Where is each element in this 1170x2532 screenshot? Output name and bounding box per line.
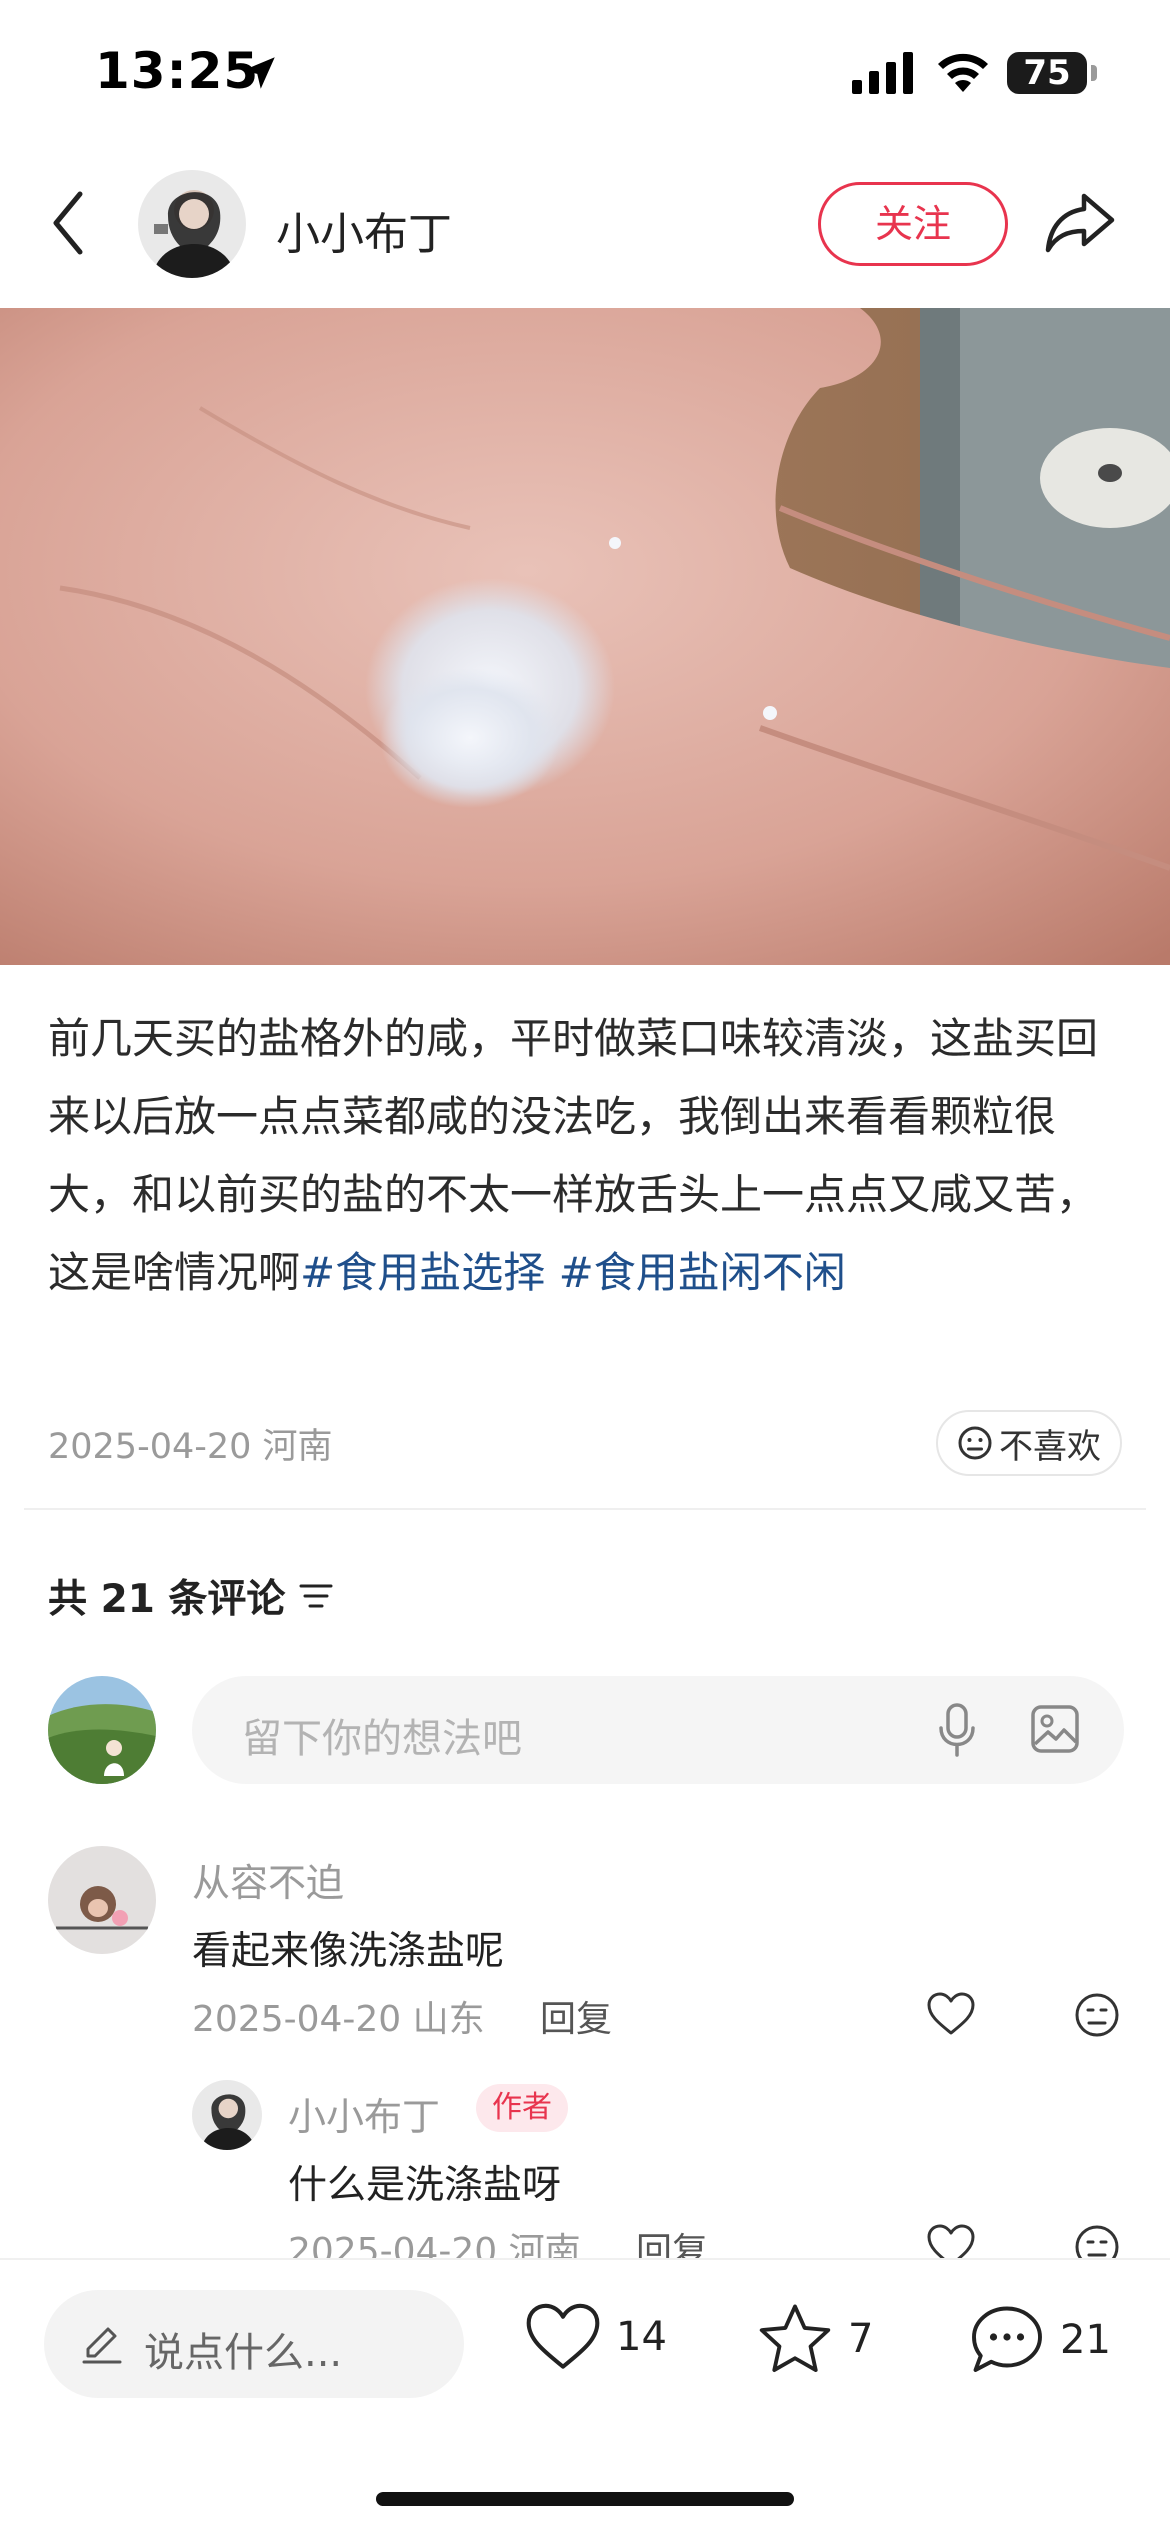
dislike-button[interactable]: 不喜欢 xyxy=(936,1410,1122,1476)
my-avatar xyxy=(48,1676,156,1784)
comment-input-placeholder: 留下你的想法吧 xyxy=(242,1716,522,1762)
comment-username[interactable]: 小小布丁 xyxy=(288,2086,440,2141)
comment-button[interactable]: 21 xyxy=(968,2302,1111,2378)
bottom-action-bar: 说点什么... 14 7 21 xyxy=(0,2258,1170,2532)
status-bar: 13:25 75 xyxy=(0,0,1170,150)
heart-icon xyxy=(526,2303,600,2369)
comment-count[interactable]: 共 21 条评论 xyxy=(48,1568,333,1624)
back-arrow-icon[interactable] xyxy=(48,188,88,258)
comment-bubble-icon xyxy=(972,2306,1042,2372)
like-button[interactable]: 14 xyxy=(524,2302,667,2372)
hashtag-link[interactable]: #食用盐选择 xyxy=(300,1248,545,1297)
share-icon[interactable] xyxy=(1044,190,1116,256)
heart-icon[interactable] xyxy=(926,1992,976,2036)
commenter-avatar[interactable] xyxy=(48,1846,156,1954)
dislike-label: 不喜欢 xyxy=(999,1426,1101,1467)
post-image[interactable] xyxy=(0,308,1170,965)
comment-date-location: 2025-04-20 山东 xyxy=(192,1999,485,2040)
microphone-icon[interactable] xyxy=(937,1702,977,1758)
hashtag-separator xyxy=(545,1248,558,1297)
collect-count: 7 xyxy=(848,2316,874,2362)
author-name[interactable]: 小小布丁 xyxy=(276,198,452,262)
sort-icon[interactable] xyxy=(299,1582,333,1610)
say-something-placeholder: 说点什么... xyxy=(144,2330,343,2376)
status-time: 13:25 xyxy=(95,42,260,100)
comment-text: 看起来像洗涤盐呢 xyxy=(192,1929,505,1974)
collect-button[interactable]: 7 xyxy=(756,2302,873,2376)
home-indicator xyxy=(376,2492,794,2506)
wifi-icon xyxy=(938,53,988,92)
cellular-signal-icon xyxy=(852,52,913,94)
battery-indicator: 75 xyxy=(1007,52,1097,94)
reply-button[interactable]: 回复 xyxy=(540,1990,612,2042)
location-arrow-icon xyxy=(243,57,275,89)
comment-username[interactable]: 从容不迫 xyxy=(192,1852,344,1907)
post-content: 前几天买的盐格外的咸，平时做菜口味较清淡，这盐买回来以后放一点点菜都咸的没法吃，… xyxy=(48,1000,1128,1312)
commenter-avatar[interactable] xyxy=(192,2080,262,2150)
comment-text: 什么是洗涤盐呀 xyxy=(288,2163,562,2208)
like-count: 14 xyxy=(616,2314,667,2360)
comment-count-label: 共 21 条评论 xyxy=(48,1577,286,1622)
frown-face-icon xyxy=(958,1426,992,1460)
frown-face-icon[interactable] xyxy=(1074,1992,1120,2038)
comment-input[interactable]: 留下你的想法吧 xyxy=(192,1676,1124,1784)
author-avatar[interactable] xyxy=(138,170,246,278)
pencil-icon xyxy=(82,2327,122,2364)
hashtag-link[interactable]: #食用盐闲不闲 xyxy=(559,1248,846,1297)
follow-button[interactable]: 关注 xyxy=(818,182,1008,266)
divider xyxy=(24,1508,1146,1510)
post-header: 小小布丁 关注 xyxy=(0,160,1170,290)
comment-count-value: 21 xyxy=(1060,2317,1111,2363)
author-badge: 作者 xyxy=(476,2084,568,2132)
image-icon[interactable] xyxy=(1030,1704,1080,1754)
say-something-input[interactable]: 说点什么... xyxy=(44,2290,464,2398)
post-date-location: 2025-04-20 河南 xyxy=(48,1427,333,1467)
star-icon xyxy=(759,2304,831,2373)
